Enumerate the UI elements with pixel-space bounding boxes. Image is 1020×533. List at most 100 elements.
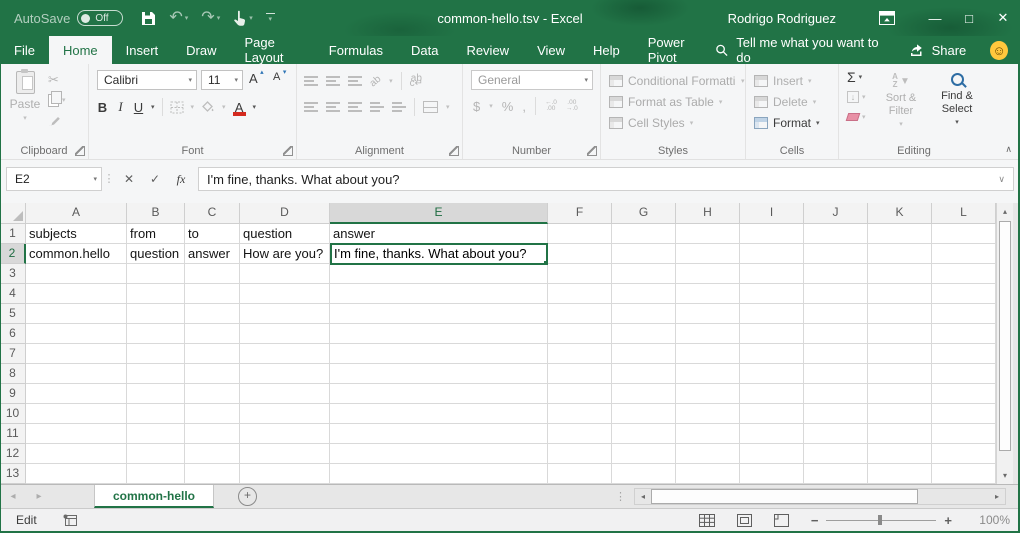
cell-B1[interactable]: from — [127, 224, 185, 244]
cell-I1[interactable] — [740, 224, 804, 244]
row-header-10[interactable]: 10 — [0, 404, 26, 424]
cell-L12[interactable] — [932, 444, 996, 464]
cell-G1[interactable] — [612, 224, 676, 244]
row-header-6[interactable]: 6 — [0, 324, 26, 344]
ribbon-display-options-button[interactable] — [870, 0, 904, 36]
feedback-smiley-icon[interactable]: ☺ — [990, 41, 1008, 60]
row-header-4[interactable]: 4 — [0, 284, 26, 304]
cell-editor[interactable]: I'm fine, thanks. What about you? — [330, 243, 548, 265]
cell-I9[interactable] — [740, 384, 804, 404]
cell-F4[interactable] — [548, 284, 612, 304]
cell-K3[interactable] — [868, 264, 932, 284]
cell-I6[interactable] — [740, 324, 804, 344]
cell-H11[interactable] — [676, 424, 740, 444]
cell-C1[interactable]: to — [185, 224, 240, 244]
cell-D8[interactable] — [240, 364, 330, 384]
paste-button[interactable]: Paste ▾ — [6, 69, 44, 141]
cell-G7[interactable] — [612, 344, 676, 364]
top-align-button[interactable] — [304, 76, 318, 87]
cell-D10[interactable] — [240, 404, 330, 424]
column-header-J[interactable]: J — [804, 203, 868, 224]
cell-H1[interactable] — [676, 224, 740, 244]
cell-F10[interactable] — [548, 404, 612, 424]
cell-B6[interactable] — [127, 324, 185, 344]
cell-F13[interactable] — [548, 464, 612, 484]
cell-C3[interactable] — [185, 264, 240, 284]
cell-C6[interactable] — [185, 324, 240, 344]
cell-J7[interactable] — [804, 344, 868, 364]
row-header-2[interactable]: 2 — [0, 244, 26, 264]
cell-C5[interactable] — [185, 304, 240, 324]
column-header-I[interactable]: I — [740, 203, 804, 224]
cell-D1[interactable]: question — [240, 224, 330, 244]
cell-K8[interactable] — [868, 364, 932, 384]
copy-button[interactable]: ▾ — [48, 93, 66, 107]
column-header-C[interactable]: C — [185, 203, 240, 224]
find-select-button[interactable]: Find & Select ▾ — [931, 70, 983, 129]
cell-C11[interactable] — [185, 424, 240, 444]
cell-A2[interactable]: common.hello — [26, 244, 127, 264]
cell-A13[interactable] — [26, 464, 127, 484]
cell-E12[interactable] — [330, 444, 548, 464]
vertical-scrollbar[interactable]: ▴ ▾ — [996, 203, 1013, 484]
cell-E13[interactable] — [330, 464, 548, 484]
cell-K6[interactable] — [868, 324, 932, 344]
cell-F1[interactable] — [548, 224, 612, 244]
cell-I13[interactable] — [740, 464, 804, 484]
cell-L5[interactable] — [932, 304, 996, 324]
cell-G13[interactable] — [612, 464, 676, 484]
cell-F9[interactable] — [548, 384, 612, 404]
cell-J6[interactable] — [804, 324, 868, 344]
font-color-button[interactable]: A — [233, 100, 246, 115]
cell-styles-button[interactable]: Cell Styles ▾ — [601, 112, 745, 133]
cell-I7[interactable] — [740, 344, 804, 364]
cell-L7[interactable] — [932, 344, 996, 364]
column-header-A[interactable]: A — [26, 203, 127, 224]
cell-D6[interactable] — [240, 324, 330, 344]
cell-D11[interactable] — [240, 424, 330, 444]
cell-L10[interactable] — [932, 404, 996, 424]
cell-A6[interactable] — [26, 324, 127, 344]
format-painter-button[interactable] — [48, 114, 66, 128]
row-header-5[interactable]: 5 — [0, 304, 26, 324]
cell-H6[interactable] — [676, 324, 740, 344]
cell-K1[interactable] — [868, 224, 932, 244]
minimize-button[interactable]: — — [918, 0, 952, 36]
cell-E4[interactable] — [330, 284, 548, 304]
horizontal-scrollbar-track[interactable] — [651, 489, 989, 504]
cell-H10[interactable] — [676, 404, 740, 424]
row-header-13[interactable]: 13 — [0, 464, 26, 484]
cell-F8[interactable] — [548, 364, 612, 384]
select-all-button[interactable] — [0, 203, 26, 224]
cell-E6[interactable] — [330, 324, 548, 344]
borders-icon[interactable] — [170, 101, 184, 114]
cell-H5[interactable] — [676, 304, 740, 324]
cell-H13[interactable] — [676, 464, 740, 484]
font-name-select[interactable]: Calibri ▾ — [97, 70, 197, 90]
cell-C4[interactable] — [185, 284, 240, 304]
scroll-right-icon[interactable]: ▸ — [989, 492, 1005, 501]
tab-insert[interactable]: Insert — [112, 36, 173, 64]
cell-B7[interactable] — [127, 344, 185, 364]
delete-cells-button[interactable]: Delete ▾ — [746, 91, 838, 112]
font-dialog-launcher[interactable] — [283, 146, 293, 156]
number-dialog-launcher[interactable] — [587, 146, 597, 156]
cell-E5[interactable] — [330, 304, 548, 324]
page-break-preview-button[interactable] — [774, 514, 789, 527]
bold-button[interactable]: B — [97, 100, 108, 115]
cell-B3[interactable] — [127, 264, 185, 284]
column-header-L[interactable]: L — [932, 203, 996, 224]
cell-H7[interactable] — [676, 344, 740, 364]
insert-function-button[interactable]: fx — [168, 172, 194, 187]
row-header-12[interactable]: 12 — [0, 444, 26, 464]
cut-button[interactable]: ✂ — [48, 72, 66, 86]
cell-A1[interactable]: subjects — [26, 224, 127, 244]
cell-G4[interactable] — [612, 284, 676, 304]
number-format-select[interactable]: General ▾ — [471, 70, 593, 90]
cell-B11[interactable] — [127, 424, 185, 444]
cell-F5[interactable] — [548, 304, 612, 324]
bottom-align-button[interactable] — [348, 76, 362, 87]
sheet-tab-common-hello[interactable]: common-hello — [94, 485, 214, 508]
cell-L1[interactable] — [932, 224, 996, 244]
cell-B13[interactable] — [127, 464, 185, 484]
